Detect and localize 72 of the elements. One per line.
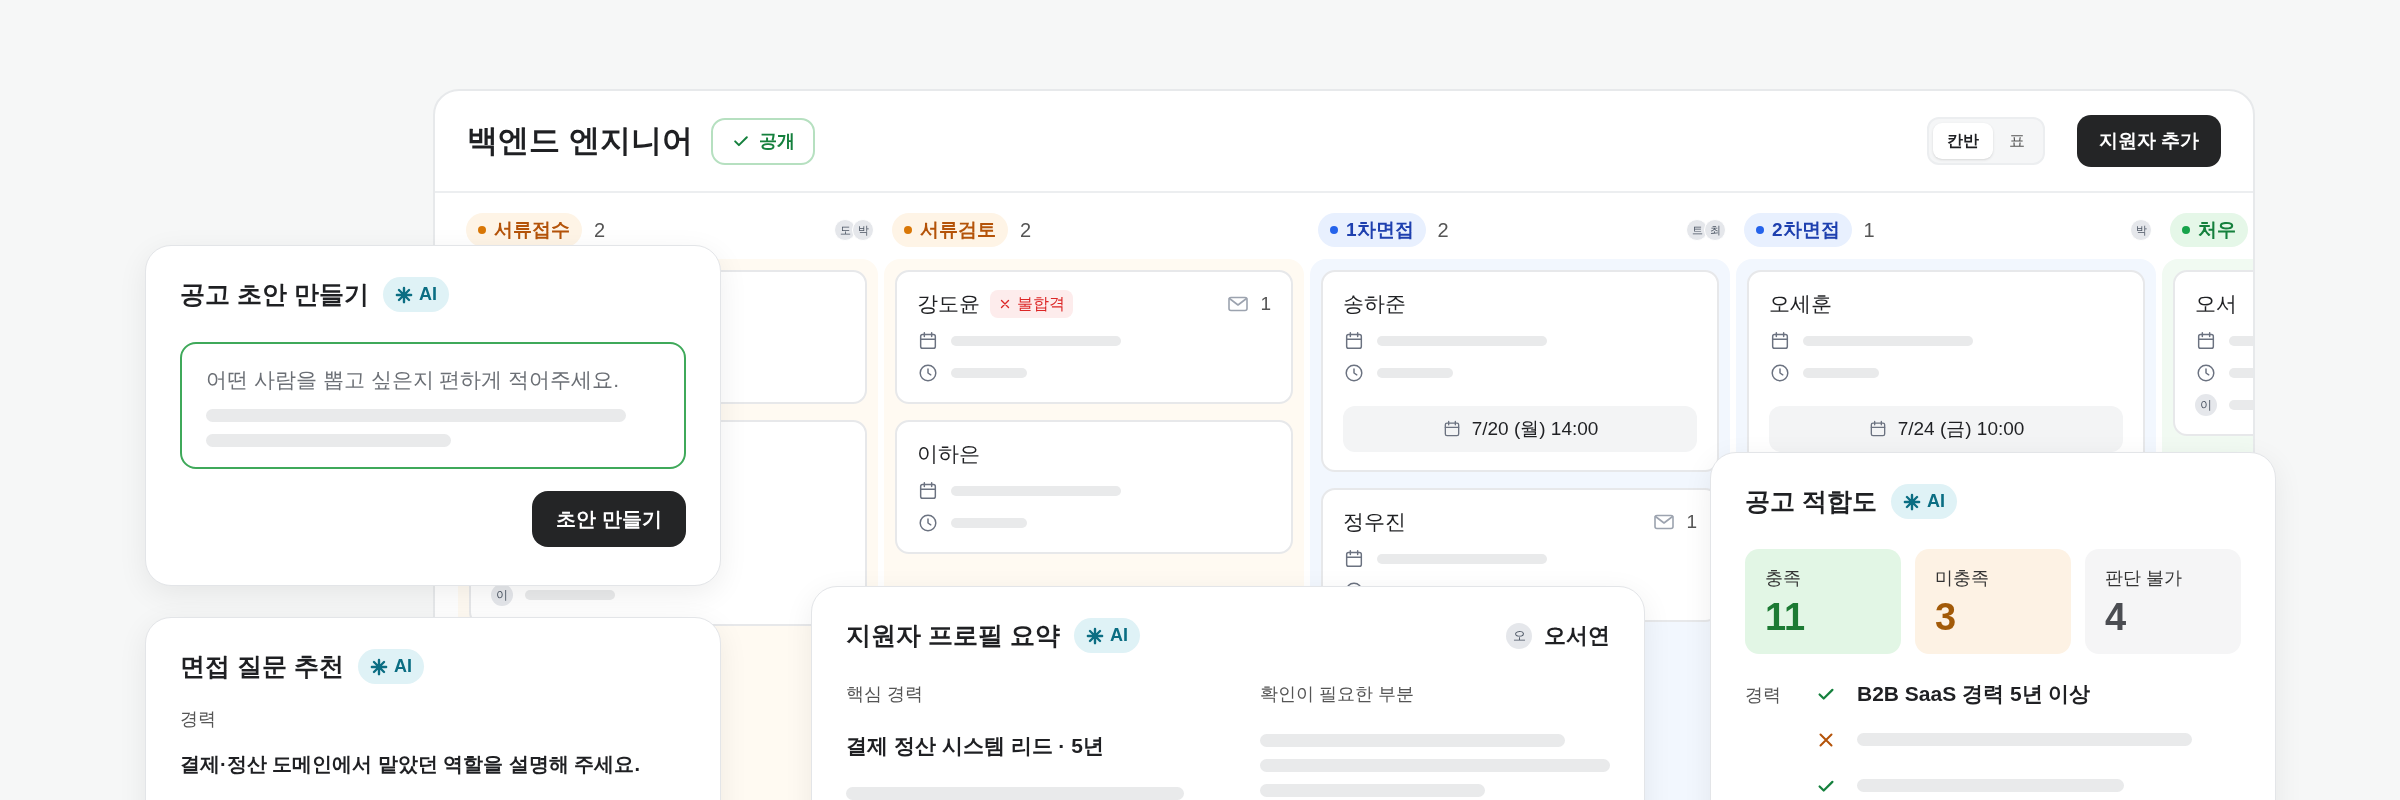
section-label: 확인이 필요한 부분	[1260, 682, 1415, 706]
ai-badge: AI	[1073, 618, 1140, 654]
applicant-card[interactable]: 송하준 7/20 (월) 14:00	[1321, 270, 1719, 472]
view-tab[interactable]: 표	[1994, 123, 2039, 159]
stage-label: 2차면접	[1744, 212, 1852, 248]
sparkle-icon	[1902, 492, 1921, 511]
criterion-text: B2B SaaS 경력 5년 이상	[1857, 680, 2091, 707]
applicant-card[interactable]: 이하은	[895, 420, 1293, 554]
stat-value: 11	[1765, 597, 1807, 636]
section-value: 결제 정산 시스템 리드 · 5년	[846, 732, 1105, 759]
applicant-card[interactable]: 강도윤 불합격 1	[895, 270, 1293, 404]
avatar: 이	[2195, 394, 2217, 416]
applicant-name: 송하준	[1343, 291, 1406, 318]
applicant-name: 강도윤	[917, 291, 980, 318]
stat-label: 판단 불가	[2105, 566, 2183, 590]
sparkle-icon	[369, 657, 388, 676]
stat-value: 3	[1935, 597, 1958, 636]
card-title: 지원자 프로필 요약	[846, 620, 1060, 651]
stat-value: 4	[2105, 597, 2128, 636]
card-title: 공고 적합도	[1745, 486, 1877, 517]
create-draft-button[interactable]: 초안 만들기	[532, 491, 686, 547]
applicant-name: 오세훈	[1769, 291, 1832, 318]
applicant-name: 정우진	[1343, 509, 1406, 536]
interview-date-chip: 7/20 (월) 14:00	[1343, 406, 1697, 452]
stage-count: 2	[1020, 218, 1032, 243]
stage-label: 서류검토	[892, 212, 1008, 248]
view-tab[interactable]: 칸반	[1932, 123, 1993, 159]
calendar-icon	[2195, 330, 2217, 352]
board-title: 백엔드 엔지니어	[467, 121, 693, 160]
stage-count: 2	[594, 218, 606, 243]
stage-label: 처우	[2170, 212, 2248, 248]
ai-badge: AI	[357, 649, 424, 685]
avatar: 박	[852, 219, 874, 241]
card-title: 공고 초안 만들기	[180, 279, 369, 310]
card-title: 면접 질문 추천	[180, 651, 344, 682]
stage-count: 2	[1437, 218, 1449, 243]
applicant-name: 오서연	[1544, 622, 1610, 651]
calendar-icon	[1343, 548, 1365, 570]
ai-badge: AI	[1890, 484, 1957, 520]
visibility-badge: 공개	[710, 117, 815, 165]
question-category: 경력	[180, 707, 217, 731]
applicant-card[interactable]: 오서 이	[2173, 270, 2253, 436]
interview-date-chip: 7/24 (금) 10:00	[1769, 406, 2123, 452]
add-applicant-button[interactable]: 지원자 추가	[2076, 114, 2221, 168]
calendar-icon	[917, 480, 939, 502]
question-text: 결제·정산 도메인에서 맡았던 역할을 설명해 주세요.	[180, 751, 641, 777]
stage-label: 서류접수	[466, 212, 582, 248]
calendar-icon	[1343, 330, 1365, 352]
stat-label: 미충족	[1935, 566, 1990, 590]
criteria-category: 경력	[1745, 683, 1782, 707]
sparkle-icon	[1085, 626, 1104, 645]
avatar: 오	[1506, 622, 1532, 649]
avatar: 박	[2130, 219, 2152, 241]
section-label: 핵심 경력	[846, 682, 924, 706]
prompt-field[interactable]: 어떤 사람을 뽑고 싶은지 편하게 적어주세요.	[206, 363, 660, 395]
sparkle-icon	[394, 285, 413, 304]
avatar: 최	[1704, 219, 1726, 241]
calendar-icon	[917, 330, 939, 352]
mail-count: 1	[1686, 509, 1697, 534]
avatar: 이	[491, 584, 513, 606]
calendar-icon	[1769, 330, 1791, 352]
mail-count: 1	[1260, 291, 1271, 316]
ai-badge: AI	[382, 277, 449, 313]
stat-label: 충족	[1765, 566, 1802, 590]
applicant-name: 이하은	[917, 441, 980, 468]
rejected-badge: 불합격	[990, 290, 1073, 318]
applicant-name: 오서	[2195, 291, 2237, 318]
close-icon	[998, 297, 1012, 311]
stage-label: 1차면접	[1318, 212, 1426, 248]
avatar: 트	[1686, 219, 1708, 241]
stage-count: 1	[1863, 218, 1875, 243]
avatar: 도	[834, 219, 856, 241]
